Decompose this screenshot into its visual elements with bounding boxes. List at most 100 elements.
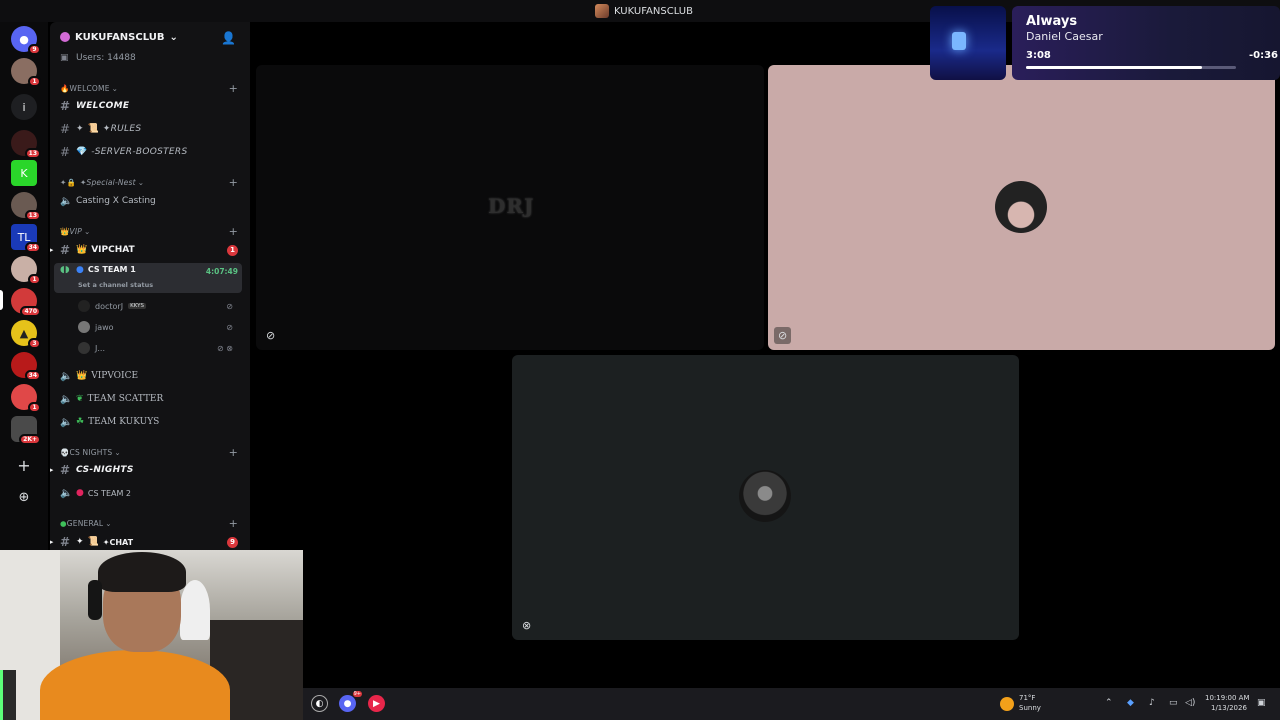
person-hair <box>98 552 186 592</box>
avatar <box>78 321 90 333</box>
avatar <box>739 470 791 522</box>
channel-status[interactable]: Set a channel status <box>78 281 153 289</box>
create-channel-icon[interactable]: + <box>229 176 238 189</box>
channel-casting[interactable]: 🔈 Casting X Casting <box>50 191 250 211</box>
chevron-down-icon: ⌄ <box>111 83 119 93</box>
create-channel-icon[interactable]: + <box>229 517 238 530</box>
channel-welcome[interactable]: # WELCOME <box>50 96 250 116</box>
voice-member[interactable]: jawo ⊘ <box>78 318 243 336</box>
speaker-icon: 🔈 <box>60 370 73 382</box>
server-glyph: ▲ <box>19 326 29 340</box>
remaining-time: -0:36 <box>1248 50 1278 61</box>
video-tile-j[interactable]: ⊗ <box>512 355 1019 640</box>
media-player-icon[interactable]: ▶ <box>368 695 385 712</box>
media-overlay[interactable]: Always Daniel Caesar 3:08 -0:36 <box>930 6 1280 82</box>
server-icon-8[interactable]: ▲ 3 <box>11 320 41 349</box>
unread-indicator: ▶ <box>50 246 54 254</box>
sparkle-icon: ✦ <box>76 124 84 134</box>
network-app-icon[interactable]: ◆ <box>1127 698 1134 708</box>
weather-temp[interactable]: 71°F <box>1019 694 1035 702</box>
avatar <box>78 300 90 312</box>
server-info-icon[interactable]: i <box>11 94 37 120</box>
video-tile-jawo[interactable]: ⊘ <box>768 65 1275 350</box>
category-welcome[interactable]: 🔥 WELCOME ⌄ + <box>50 78 250 98</box>
server-icon-10[interactable]: 1 <box>11 384 41 413</box>
server-icon-6[interactable]: 1 <box>11 256 41 285</box>
create-channel-icon[interactable]: + <box>229 446 238 459</box>
channel-label: Casting X Casting <box>76 196 156 206</box>
server-icon-4[interactable]: 13 <box>11 192 41 221</box>
channel-cs-team-2[interactable]: 🔈 ● CS TEAM 2 <box>50 483 250 503</box>
voice-member[interactable]: doctorJ KKYS ⊘ <box>78 297 243 315</box>
hash-icon: # <box>60 122 71 136</box>
channel-label: CS-NIGHTS <box>76 465 134 475</box>
discover-icon[interactable]: ⊕ <box>11 484 37 510</box>
mic-muted-icon: ⊘ <box>226 322 233 332</box>
server-icon-1[interactable]: 1 <box>11 58 41 87</box>
hash-icon: # <box>60 145 71 159</box>
create-channel-icon[interactable]: + <box>229 82 238 95</box>
mention-badge: 9 <box>227 536 238 548</box>
stat-icon: ▣ <box>60 53 69 63</box>
window-title-text: KUKUFANSCLUB <box>614 5 693 17</box>
channel-chat[interactable]: ▶ # ✦ 📜 ✦CHAT 9 <box>50 532 250 550</box>
channel-rules[interactable]: # ✦ 📜 ✦RULES <box>50 119 250 139</box>
hash-icon: # <box>60 463 71 477</box>
active-server-pill <box>0 290 3 310</box>
channel-server-boosters[interactable]: # 💎 -SERVER-BOOSTERS <box>50 142 250 162</box>
category-cs-nights[interactable]: 💀 CS NIGHTS ⌄ + <box>50 442 250 462</box>
chevron-up-icon[interactable]: ⌃ <box>1105 698 1113 708</box>
voice-duration: 4:07:49 <box>205 267 238 276</box>
server-icon-7[interactable]: 470 <box>11 288 41 317</box>
weather-desc[interactable]: Sunny <box>1019 704 1041 712</box>
category-vip[interactable]: 👑 VIP ⌄ + <box>50 221 250 241</box>
sparkle-icon: ✦ <box>76 537 84 547</box>
server-badge: 1 <box>28 274 41 285</box>
channel-vipchat[interactable]: ▶ # 👑 VIPCHAT 1 <box>50 240 250 260</box>
mic-icon[interactable]: ♪ <box>1149 698 1155 708</box>
app-icon[interactable]: ◐ <box>311 695 328 712</box>
fire-icon: 🔥 <box>60 83 70 93</box>
server-badge: 470 <box>20 306 41 317</box>
deafened-icon: ⊘ ⊗ <box>217 343 233 353</box>
server-badge: 1 <box>28 402 41 413</box>
channel-cs-nights[interactable]: ▶ # CS-NIGHTS <box>50 460 250 480</box>
users-count-channel[interactable]: ▣ Users: 14488 <box>50 48 250 68</box>
window-title: KUKUFANSCLUB <box>595 4 693 18</box>
song-artist: Daniel Caesar <box>1026 30 1103 43</box>
channel-label: TEAM SCATTER <box>87 394 164 404</box>
server-icon-9[interactable]: 34 <box>11 352 41 381</box>
server-badge: 13 <box>24 210 41 221</box>
server-icon-5[interactable]: TL 34 <box>11 224 41 253</box>
progress-bar[interactable] <box>1026 66 1236 69</box>
add-server-icon[interactable]: + <box>11 452 37 478</box>
channel-team-scatter[interactable]: 🔈 ❦ TEAM SCATTER <box>50 389 250 409</box>
avatar <box>78 342 90 354</box>
create-channel-icon[interactable]: + <box>229 225 238 238</box>
scroll-icon: 📜 <box>87 124 99 134</box>
category-general[interactable]: ● GENERAL ⌄ + <box>50 513 250 533</box>
voice-member[interactable]: J... ⊘ ⊗ <box>78 339 243 357</box>
member-name: doctorJ <box>95 301 124 311</box>
voice-active-icon: ◖◗ <box>60 265 70 275</box>
server-icon-3[interactable]: K <box>11 160 37 186</box>
channel-cs-team-1[interactable]: ◖◗ ● CS TEAM 1 4:07:49 Set a channel sta… <box>54 263 242 293</box>
discord-home-icon[interactable]: ● 9 <box>11 26 41 55</box>
discord-taskbar-icon[interactable]: ● 9+ <box>339 691 362 712</box>
channel-vipvoice[interactable]: 🔈 👑 VIPVOICE <box>50 366 250 386</box>
server-badge: 3 <box>28 338 41 349</box>
volume-icon[interactable]: ◁) <box>1185 698 1195 708</box>
category-special-nest[interactable]: ✦ 🔒 ✦Special-Nest ⌄ + <box>50 172 250 192</box>
server-icon-2[interactable]: 13 <box>11 130 41 159</box>
wifi-icon[interactable]: ▭ <box>1169 698 1178 708</box>
clock-date[interactable]: 1/13/2026 <box>1211 704 1247 712</box>
clock-time[interactable]: 10:19:00 AM <box>1205 694 1250 702</box>
server-folder-icon[interactable]: 2K+ <box>11 416 41 445</box>
red-circle-icon: ● <box>76 488 84 498</box>
invite-people-icon[interactable]: 👤 <box>221 31 236 45</box>
notification-icon[interactable]: ▣ <box>1257 698 1266 708</box>
unread-indicator: ▶ <box>50 466 54 474</box>
server-header[interactable]: KUKUFANSCLUB ⌄ 👤 <box>50 27 250 47</box>
channel-label: ✦RULES <box>102 124 142 134</box>
channel-team-kukuys[interactable]: 🔈 ☘ TEAM KUKUYS <box>50 412 250 432</box>
